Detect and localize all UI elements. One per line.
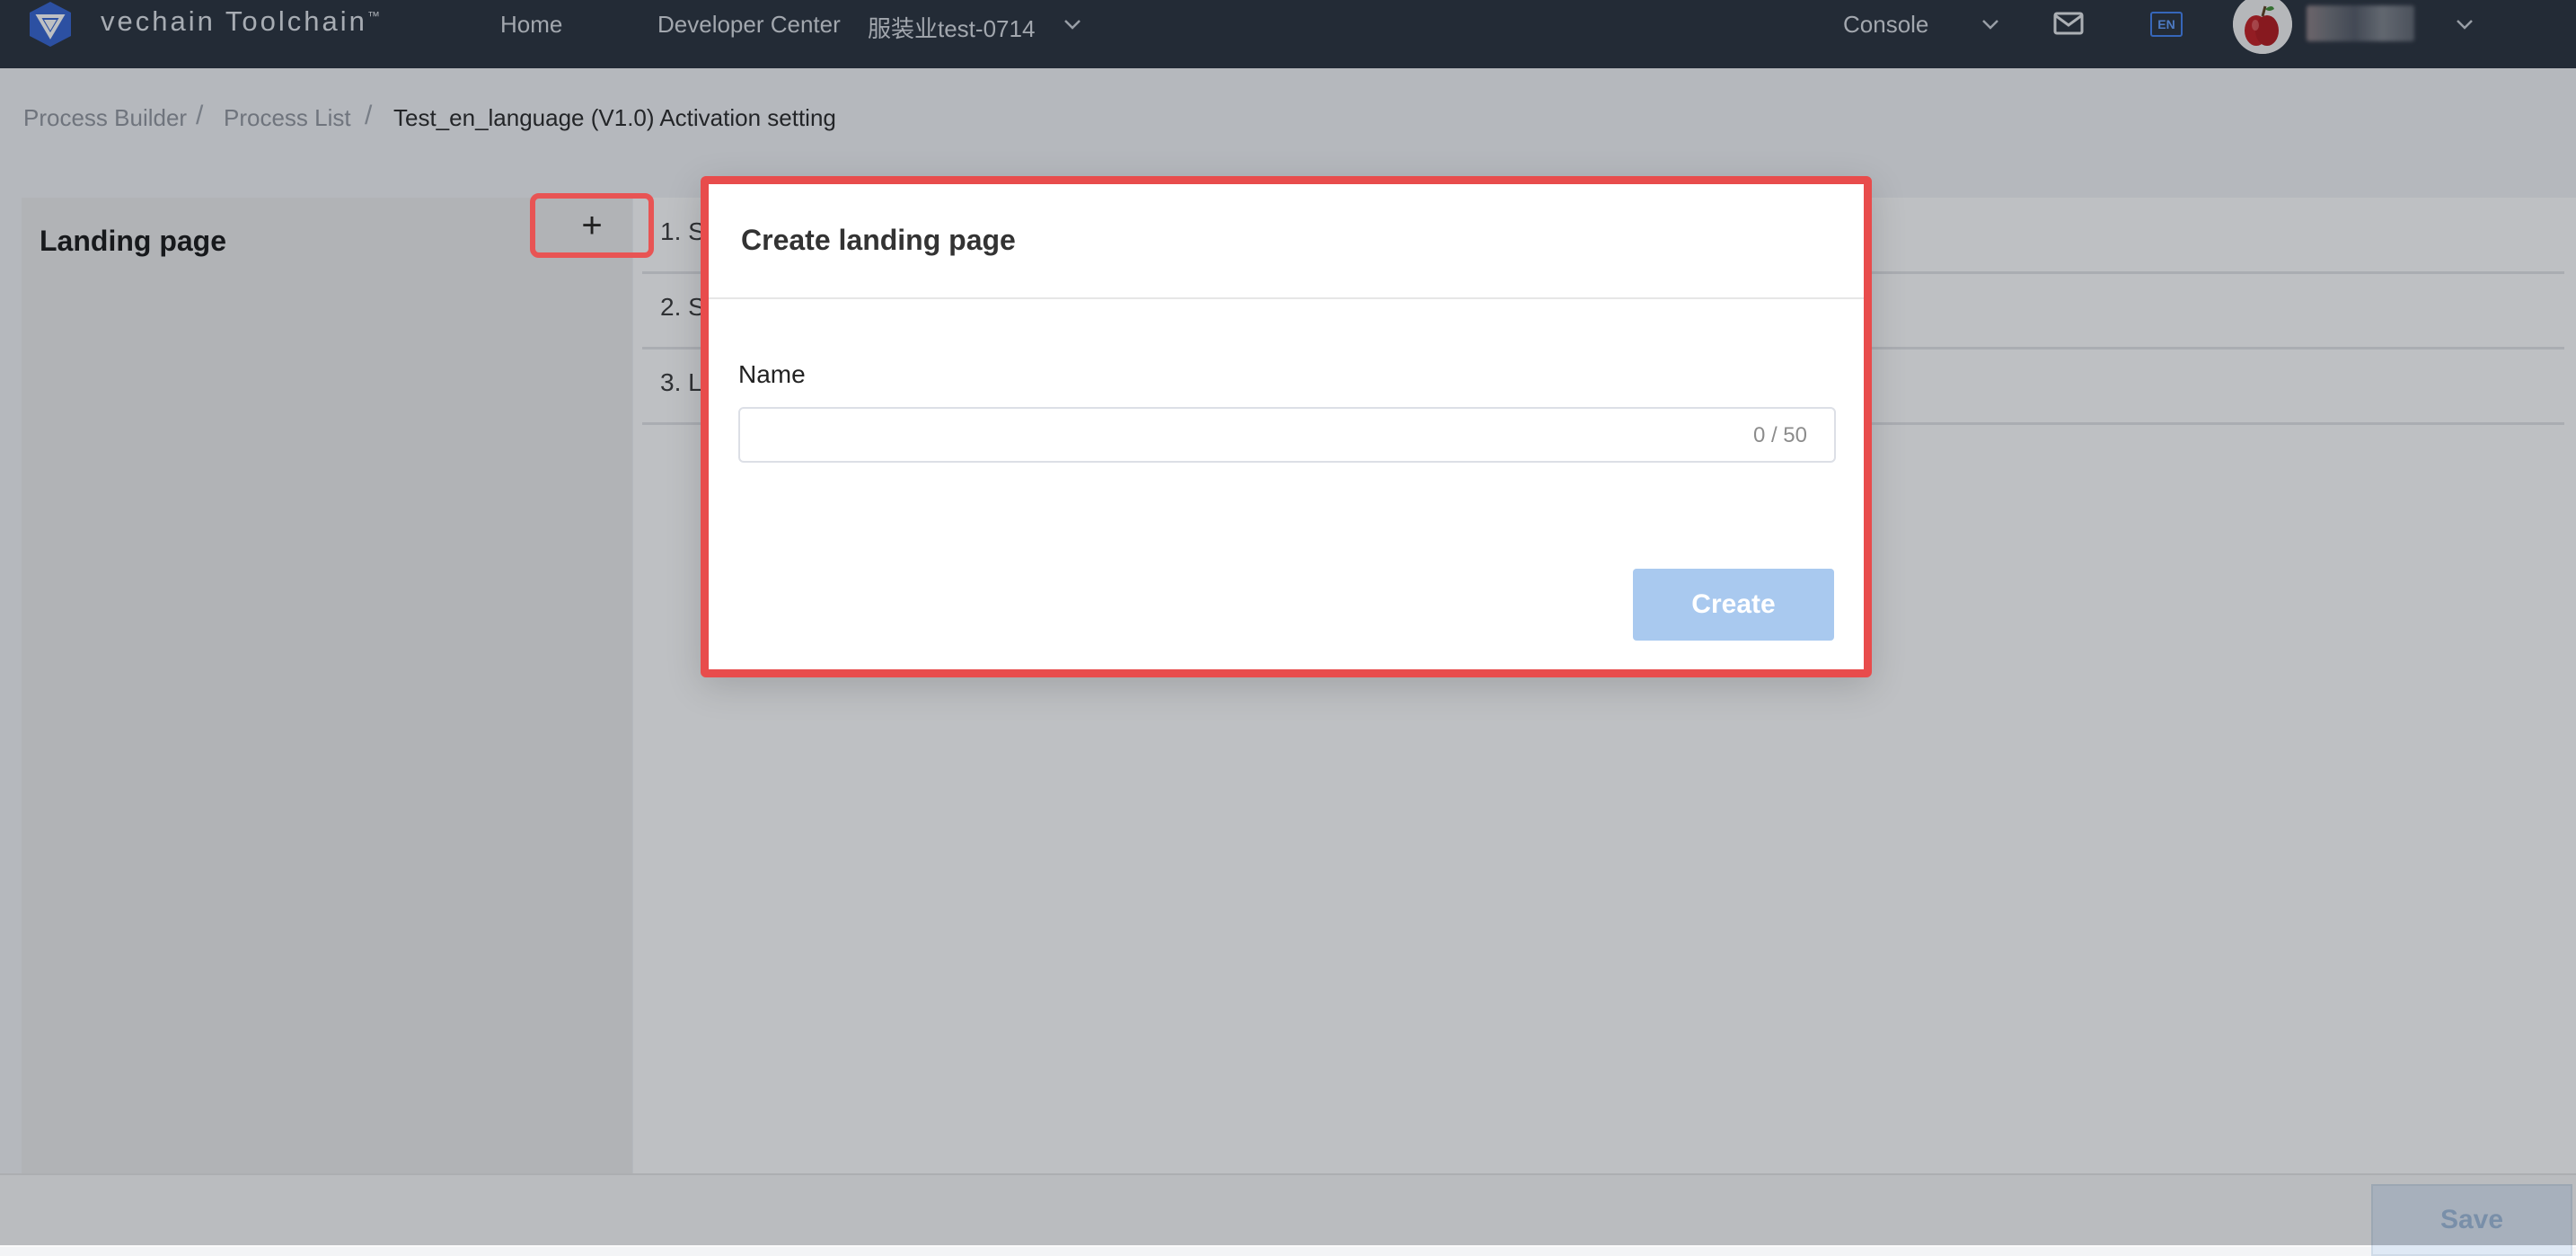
char-counter: 0 / 50 <box>1752 423 1807 447</box>
name-input[interactable] <box>754 409 1656 463</box>
dialog-divider <box>709 297 1864 299</box>
name-label: Name <box>738 360 806 388</box>
name-field[interactable]: 0 / 50 <box>738 407 1836 463</box>
dialog-title: Create landing page <box>741 224 1016 256</box>
create-button[interactable]: Create <box>1633 569 1834 641</box>
create-landing-page-dialog: Create landing page Name 0 / 50 Create <box>701 176 1872 677</box>
add-landing-page-button[interactable]: + <box>530 193 654 258</box>
